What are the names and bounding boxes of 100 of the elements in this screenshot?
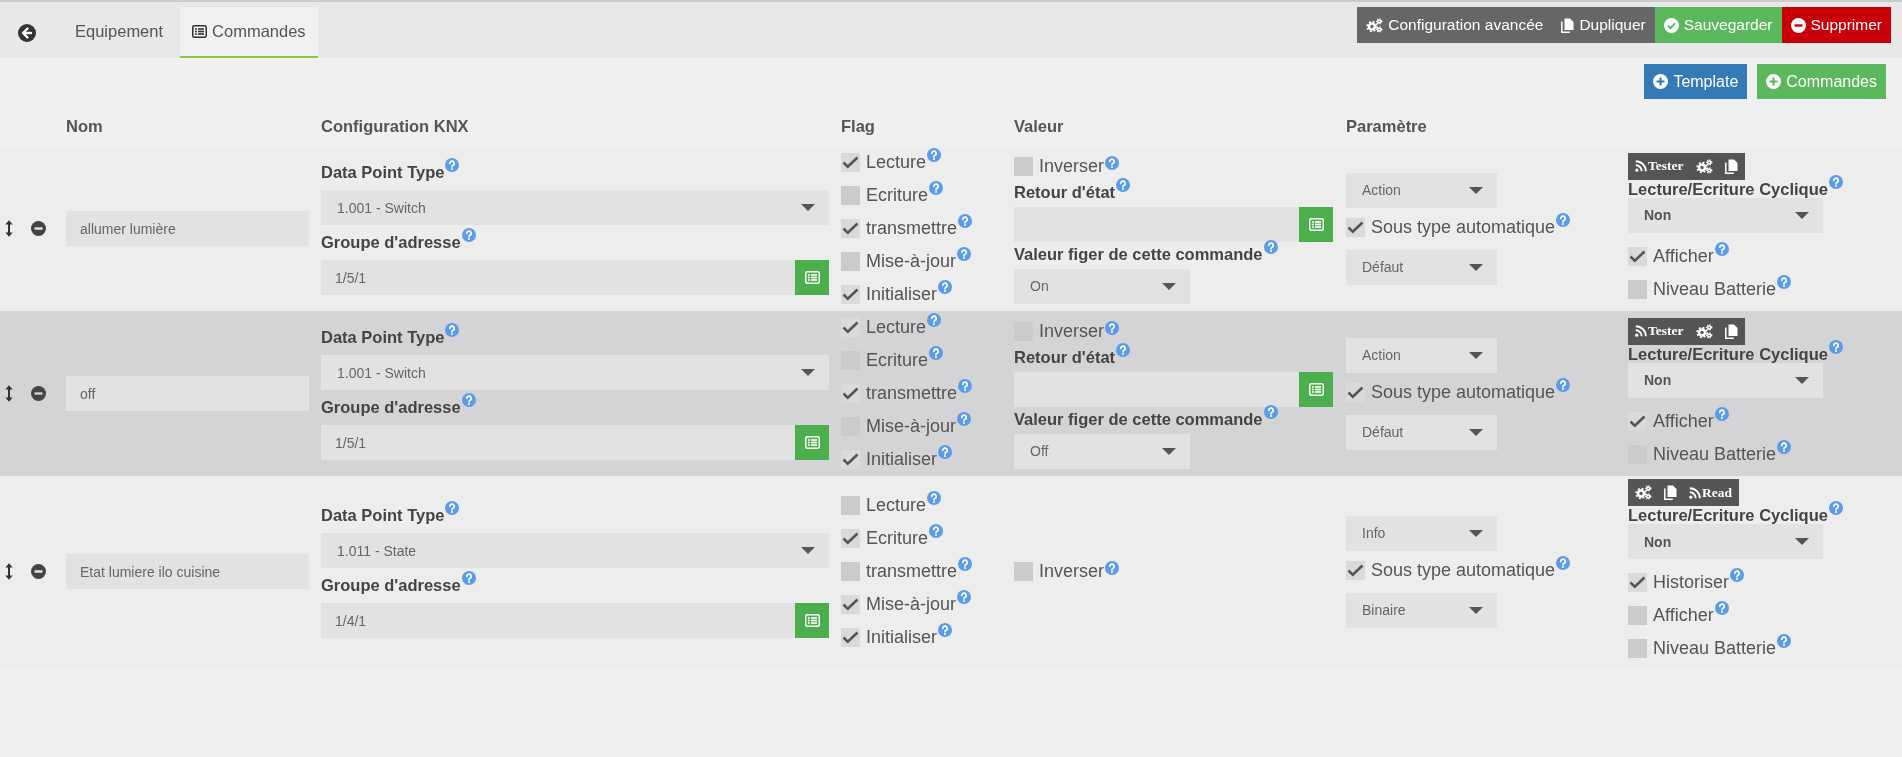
dropdown[interactable]: Non xyxy=(1628,197,1823,233)
checkbox[interactable] xyxy=(1014,157,1033,176)
checkmark-icon xyxy=(842,387,859,400)
checkbox[interactable] xyxy=(1346,382,1365,402)
dropdown[interactable]: Off xyxy=(1014,433,1190,469)
dropdown[interactable]: Action xyxy=(1346,337,1497,373)
copy-button[interactable] xyxy=(1724,158,1738,174)
checkbox-label: Sous type automatique xyxy=(1371,381,1556,403)
checkbox[interactable] xyxy=(841,529,860,548)
checkbox[interactable] xyxy=(841,628,860,647)
help-icon xyxy=(1105,155,1120,170)
dropdown[interactable]: Défaut xyxy=(1346,414,1497,450)
tab[interactable]: Commandes xyxy=(180,7,318,58)
template-button[interactable]: Template xyxy=(1644,64,1748,99)
up-down-arrow-icon[interactable] xyxy=(5,220,13,237)
checkbox[interactable] xyxy=(841,450,860,469)
checkbox[interactable] xyxy=(1628,246,1647,266)
list-button[interactable] xyxy=(795,425,829,460)
list-button[interactable] xyxy=(795,260,829,295)
checkbox[interactable] xyxy=(841,285,860,304)
configure-button[interactable] xyxy=(1635,485,1652,500)
checkbox[interactable] xyxy=(841,384,860,403)
gears-icon xyxy=(1366,17,1384,33)
dropdown[interactable]: 1.001 - Switch xyxy=(321,355,829,390)
field-label: Data Point Type xyxy=(321,327,445,347)
checkbox[interactable] xyxy=(1628,279,1647,299)
field-label: Valeur figer de cette commande xyxy=(1014,243,1263,264)
configure-button[interactable] xyxy=(1695,323,1713,339)
checkbox[interactable] xyxy=(1014,562,1033,581)
help-icon xyxy=(958,214,973,228)
copy-button[interactable] xyxy=(1664,485,1677,500)
save-button[interactable]: Sauvegarder xyxy=(1654,7,1782,43)
list-button[interactable] xyxy=(1299,371,1333,407)
help-icon xyxy=(1777,439,1792,454)
checkmark-icon xyxy=(842,631,859,644)
caret-icon xyxy=(1795,211,1809,219)
checkbox[interactable] xyxy=(841,496,860,515)
test-button[interactable]: Tester xyxy=(1635,323,1684,339)
help-icon xyxy=(1105,320,1120,335)
checkbox[interactable] xyxy=(841,318,860,337)
dropdown[interactable]: Info xyxy=(1346,515,1497,551)
address-input[interactable]: 1/5/1 xyxy=(321,425,795,460)
address-input[interactable]: 1/5/1 xyxy=(321,260,795,295)
minus-circle-icon[interactable] xyxy=(31,221,46,236)
caret-icon xyxy=(1469,263,1483,271)
dropdown[interactable]: On xyxy=(1014,268,1190,304)
help-icon xyxy=(938,445,953,459)
configure-button[interactable]: Configuration avancée xyxy=(1357,7,1553,43)
checkbox[interactable] xyxy=(841,562,860,581)
checkbox[interactable] xyxy=(1628,639,1647,658)
checkbox[interactable] xyxy=(1346,217,1365,237)
checkmark-icon xyxy=(842,598,859,611)
help-icon xyxy=(1828,339,1843,354)
dropdown[interactable]: 1.011 - State xyxy=(321,533,829,568)
checkbox[interactable] xyxy=(1628,573,1647,592)
help-icon xyxy=(929,524,943,538)
checkbox[interactable] xyxy=(841,252,860,271)
read-button[interactable]: Read xyxy=(1689,484,1732,501)
dropdown[interactable]: Binaire xyxy=(1346,592,1497,628)
dropdown[interactable]: Non xyxy=(1628,524,1823,559)
state-input[interactable] xyxy=(1014,371,1299,407)
checkbox-label: Ecriture xyxy=(866,185,928,206)
name-input[interactable]: allumer lumière xyxy=(66,211,309,246)
dropdown[interactable]: Action xyxy=(1346,172,1497,208)
test-button[interactable]: Tester xyxy=(1635,158,1684,174)
caret-icon xyxy=(1162,282,1176,290)
caret-icon xyxy=(1469,529,1483,537)
list-icon xyxy=(804,614,820,627)
add-button[interactable]: Commandes xyxy=(1757,64,1886,99)
list-button[interactable] xyxy=(795,603,829,638)
checkbox-label: Afficher xyxy=(1653,410,1714,432)
checkbox[interactable] xyxy=(841,219,860,238)
checkbox[interactable] xyxy=(841,153,860,172)
minus-circle-icon[interactable] xyxy=(31,386,46,401)
checkbox[interactable] xyxy=(841,186,860,205)
name-input[interactable]: off xyxy=(66,376,309,411)
up-down-arrow-icon[interactable] xyxy=(5,563,13,580)
minus-circle-icon[interactable] xyxy=(31,564,46,579)
configure-button[interactable] xyxy=(1695,158,1713,174)
checkbox[interactable] xyxy=(841,595,860,614)
checkbox-label: Initialiser xyxy=(866,627,938,648)
address-input[interactable]: 1/4/1 xyxy=(321,603,795,638)
dropdown[interactable]: 1.001 - Switch xyxy=(321,190,829,225)
up-down-arrow-icon[interactable] xyxy=(5,385,13,402)
checkbox-label: Mise-à-jour xyxy=(866,594,957,615)
checkbox-label: Lecture xyxy=(866,317,927,338)
help-icon xyxy=(1556,212,1571,227)
tab[interactable]: Equipement xyxy=(56,7,181,58)
copy-button[interactable] xyxy=(1724,323,1738,339)
name-input[interactable]: Etat lumiere ilo cuisine xyxy=(66,554,309,589)
help-icon xyxy=(1263,404,1278,419)
list-button[interactable] xyxy=(1299,206,1333,242)
checkbox[interactable] xyxy=(1628,606,1647,625)
checkbox[interactable] xyxy=(1628,411,1647,431)
checkbox[interactable] xyxy=(1346,560,1365,580)
state-input[interactable] xyxy=(1014,206,1299,242)
dropdown[interactable]: Défaut xyxy=(1346,249,1497,285)
duplicate-button[interactable]: Dupliquer xyxy=(1552,7,1655,43)
dropdown[interactable]: Non xyxy=(1628,362,1823,398)
delete-button[interactable]: Supprimer xyxy=(1781,7,1891,43)
